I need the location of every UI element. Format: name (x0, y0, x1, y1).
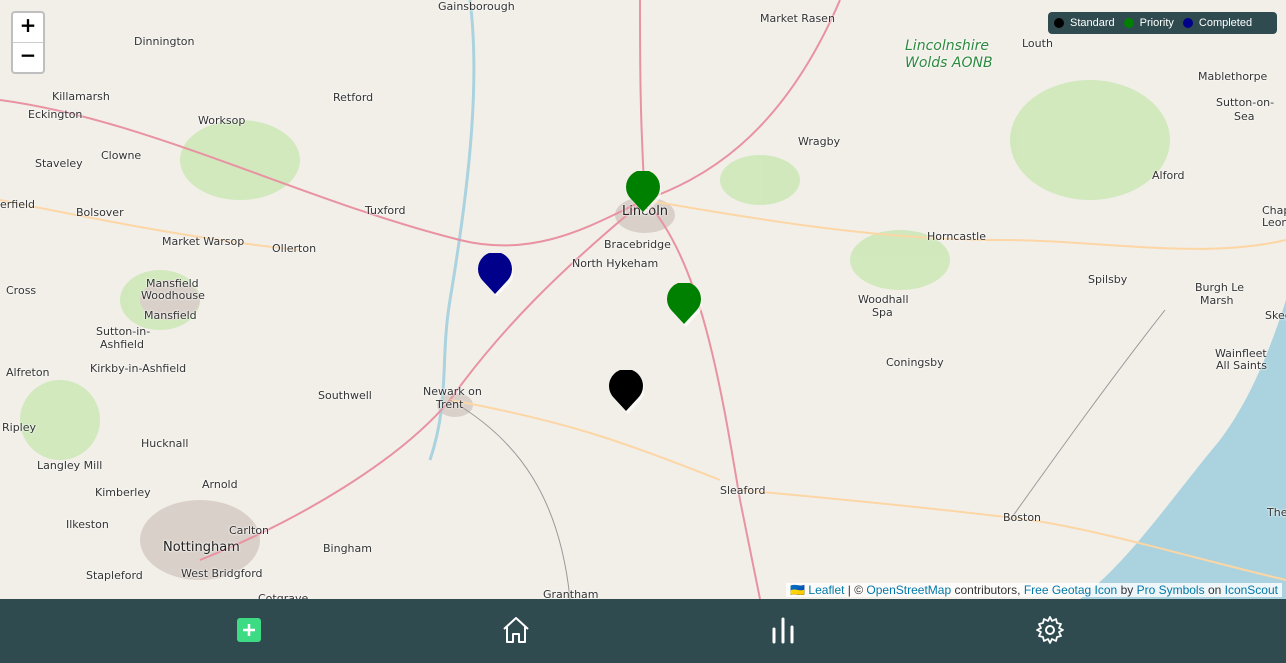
site-link[interactable]: IconScout (1225, 583, 1278, 597)
place-label: Sea (1234, 110, 1255, 123)
place-label: Wragby (798, 135, 841, 148)
place-label: Carlton (229, 524, 270, 537)
place-label: Bingham (323, 542, 372, 555)
home-button[interactable] (501, 615, 531, 645)
map-view[interactable]: Gainsborough Market Rasen Louth Lincolnshir… (0, 0, 1286, 599)
place-label: Tuxford (365, 204, 406, 217)
place-label: Skeg (1265, 309, 1286, 322)
place-label: Cotgrave (258, 592, 309, 599)
place-label: Eckington (28, 108, 83, 121)
place-label: Woodhall (858, 293, 909, 306)
standard-dot-icon (1054, 18, 1064, 28)
place-label: Louth (1022, 37, 1053, 50)
place-label: Stapleford (86, 569, 143, 582)
place-label: Nottingham (163, 540, 240, 555)
map-marker-completed[interactable] (477, 253, 513, 297)
place-label: Leona (1262, 216, 1286, 229)
place-label: Ashfield (100, 338, 144, 351)
place-label: Spilsby (1088, 273, 1128, 286)
place-label: Market Warsop (162, 235, 245, 248)
place-label: Sutton-in- (96, 325, 151, 338)
place-label: North Hykeham (572, 257, 659, 270)
zoom-in-button[interactable]: + (13, 13, 43, 42)
legend-item-priority: Priority (1123, 17, 1174, 29)
legend: Standard Priority Completed (1048, 12, 1277, 34)
place-label: Worksop (198, 114, 246, 127)
attribution-text: contributors, (951, 583, 1024, 597)
bar-chart-icon (772, 617, 794, 644)
place-label: Cross (6, 284, 37, 297)
place-label: Alford (1152, 169, 1185, 182)
place-label: The (1267, 506, 1286, 519)
place-label: Dinnington (134, 35, 195, 48)
place-label: Ilkeston (66, 518, 109, 531)
author-link[interactable]: Pro Symbols (1137, 583, 1205, 597)
place-label: Southwell (318, 389, 372, 402)
place-label: Mablethorpe (1198, 70, 1268, 83)
zoom-control: + − (11, 11, 45, 74)
place-label: Horncastle (927, 230, 986, 243)
place-label: Woodhouse (141, 289, 205, 302)
place-label: Wolds AONB (905, 55, 993, 71)
place-label: Sutton-on- (1216, 96, 1275, 109)
legend-label: Standard (1070, 17, 1115, 29)
place-label: Alfreton (6, 366, 50, 379)
place-label: West Bridgford (181, 567, 263, 580)
attribution-text: by (1117, 583, 1137, 597)
place-label: Clowne (101, 149, 142, 162)
attribution-text: on (1204, 583, 1225, 597)
place-label: Mansfield (144, 309, 197, 322)
place-label: Boston (1003, 511, 1042, 524)
place-label: Bolsover (76, 206, 124, 219)
legend-item-completed: Completed (1182, 17, 1253, 29)
place-label: Ollerton (272, 242, 317, 255)
place-label: Staveley (35, 157, 83, 170)
legend-item-standard: Standard (1054, 17, 1115, 29)
place-label: Grantham (543, 588, 599, 599)
place-label: Gainsborough (438, 0, 515, 13)
place-label: Bracebridge (604, 238, 671, 251)
leaflet-link[interactable]: Leaflet (808, 583, 844, 597)
place-label: Kirkby-in-Ashfield (90, 362, 187, 375)
add-icon (237, 618, 261, 642)
place-label: Sleaford (720, 484, 766, 497)
place-label: erfield (0, 198, 36, 211)
place-label: Kimberley (95, 486, 151, 499)
place-label: Langley Mill (37, 459, 103, 472)
place-label: Market Rasen (760, 12, 835, 25)
place-label: All Saints (1216, 359, 1267, 372)
place-label: Hucknall (141, 437, 189, 450)
place-label: Burgh Le (1195, 281, 1245, 294)
place-label: Retford (333, 91, 374, 104)
place-label: Trent (436, 398, 464, 411)
place-label: Newark on (423, 385, 482, 398)
ukraine-flag-icon: 🇺🇦 (790, 583, 806, 597)
place-label: Ripley (2, 421, 37, 434)
place-label: Arnold (202, 478, 238, 491)
map-marker-priority[interactable] (625, 171, 661, 215)
place-label: Spa (872, 306, 893, 319)
osm-link[interactable]: OpenStreetMap (866, 583, 951, 597)
attribution-text: | © (844, 583, 867, 597)
add-button[interactable] (234, 615, 264, 645)
stats-button[interactable] (768, 615, 798, 645)
place-label: Coningsby (886, 356, 944, 369)
place-label: Killamarsh (52, 90, 110, 103)
bottom-nav (0, 599, 1286, 663)
legend-label: Completed (1198, 17, 1253, 29)
zoom-out-button[interactable]: − (13, 42, 43, 72)
place-label: Lincolnshire (905, 38, 990, 54)
icon-link[interactable]: Free Geotag Icon (1024, 583, 1117, 597)
legend-label: Priority (1139, 17, 1174, 29)
map-marker-standard[interactable] (608, 370, 644, 414)
home-icon (503, 617, 529, 643)
place-label: Marsh (1200, 294, 1234, 307)
priority-dot-icon (1123, 18, 1134, 28)
completed-dot-icon (1182, 18, 1193, 28)
gear-icon (1036, 616, 1064, 644)
attribution: 🇺🇦 Leaflet | © OpenStreetMap contributor… (786, 583, 1282, 597)
map-marker-priority[interactable] (666, 283, 702, 327)
settings-button[interactable] (1035, 615, 1065, 645)
